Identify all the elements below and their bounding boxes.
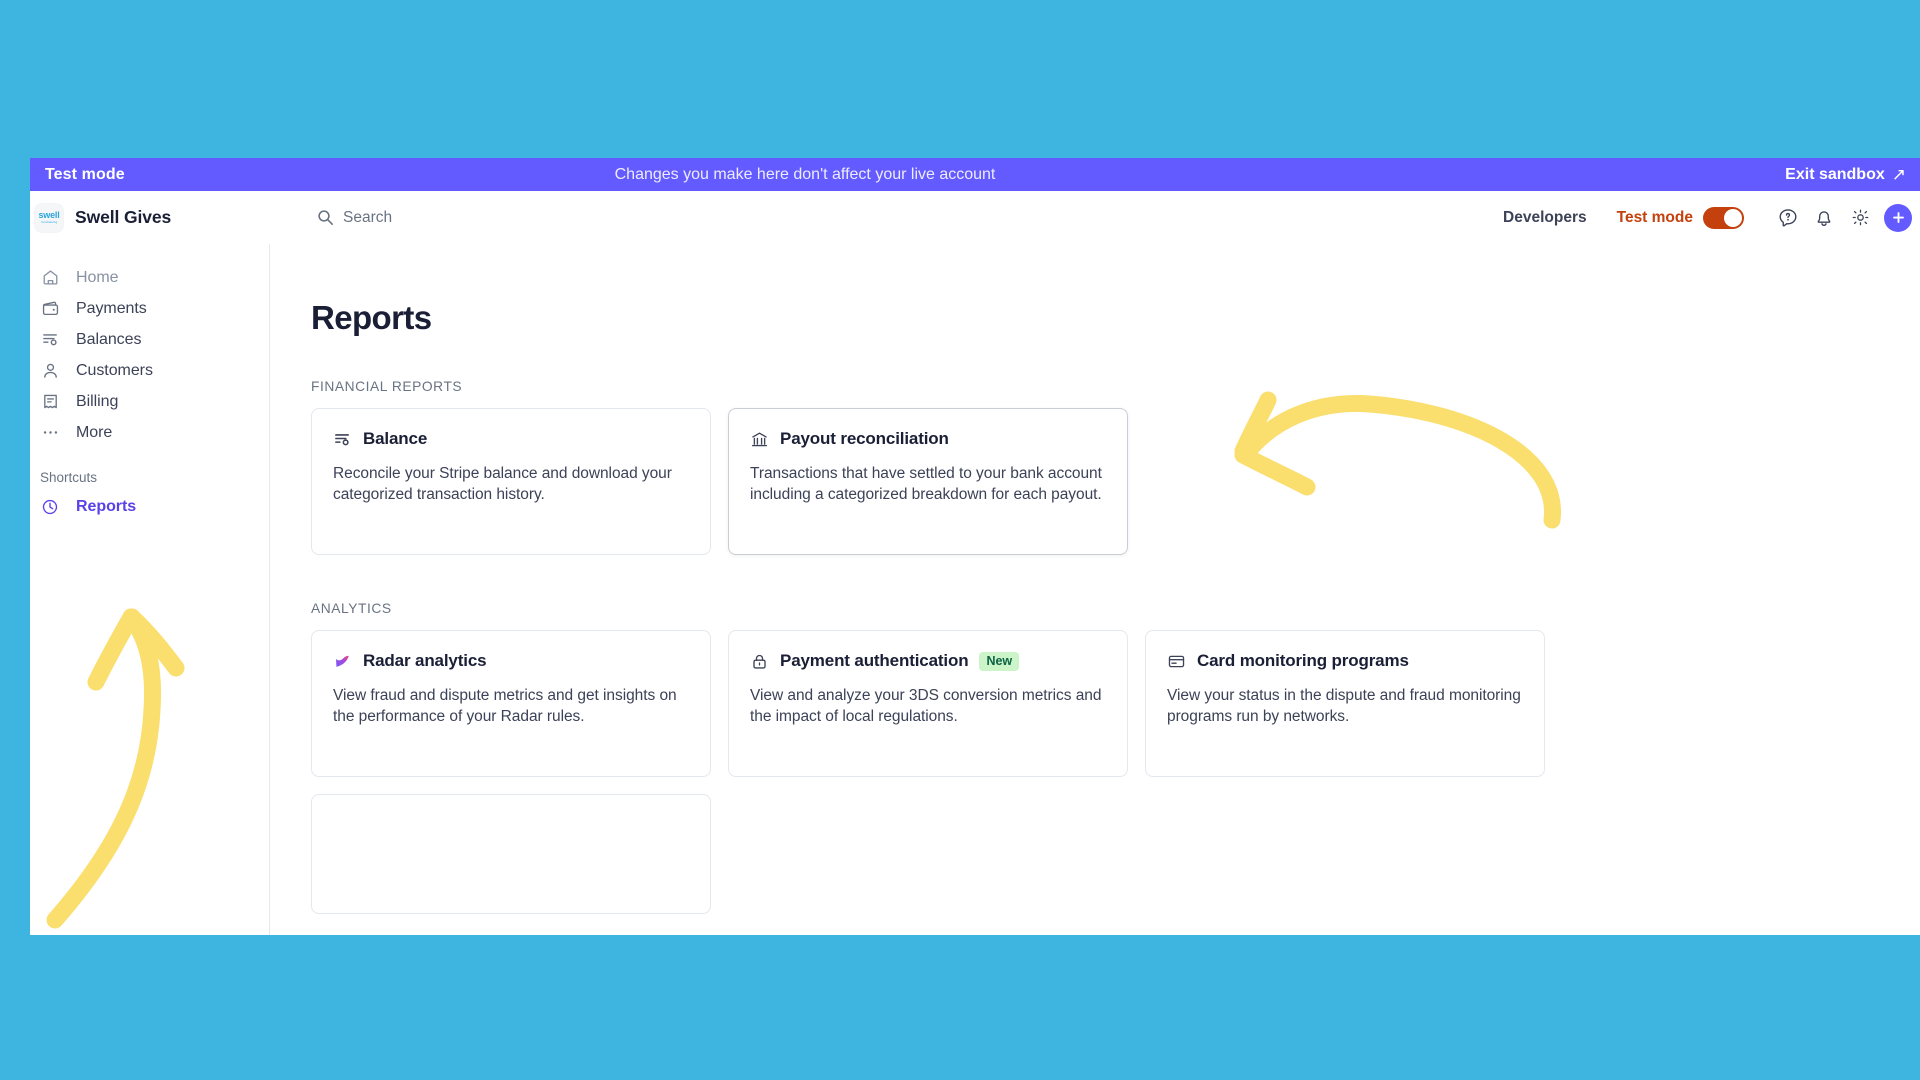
help-icon[interactable] [1770, 200, 1806, 236]
sidebar-item-balances[interactable]: Balances [30, 324, 269, 355]
section-label-financial-reports: FINANCIAL REPORTS [311, 379, 463, 394]
card-title: Payment authentication [780, 651, 969, 670]
card-description: View your status in the dispute and frau… [1167, 687, 1521, 725]
ellipsis-icon [40, 423, 60, 443]
report-card-payment-authentication[interactable]: Payment authentication New View and anal… [728, 630, 1128, 777]
radar-icon [333, 652, 352, 671]
card-title: Radar analytics [363, 651, 487, 670]
stripe-dashboard-window: Test mode Changes you make here don't af… [30, 158, 1920, 935]
card-header: Radar analytics [333, 651, 689, 671]
wallet-icon [40, 299, 60, 319]
card-icon [1167, 652, 1186, 671]
search-input[interactable]: Search [317, 209, 392, 227]
clock-icon [40, 498, 60, 516]
exit-sandbox-link[interactable]: Exit sandbox ↗ [1785, 166, 1906, 184]
report-card-balance[interactable]: Balance Reconcile your Stripe balance an… [311, 408, 711, 555]
card-description: Transactions that have settled to your b… [750, 465, 1102, 503]
card-title: Payout reconciliation [780, 429, 949, 448]
card-header: Payout reconciliation [750, 429, 1106, 449]
search-placeholder: Search [343, 208, 393, 226]
sidebar-item-home[interactable]: Home [30, 262, 269, 293]
sidebar-item-customers[interactable]: Customers [30, 355, 269, 386]
sidebar-item-label: More [76, 423, 113, 441]
report-card-card-monitoring-programs[interactable]: Card monitoring programs View your statu… [1145, 630, 1545, 777]
card-description: View fraud and dispute metrics and get i… [333, 687, 677, 725]
swell-logo-icon: swell fundraising [35, 203, 63, 232]
logo-wordmark: swell [38, 209, 60, 220]
logo-subtext: fundraising [41, 219, 57, 224]
settings-icon[interactable] [1842, 200, 1878, 236]
page-title: Reports [311, 299, 432, 336]
report-card-payout-reconciliation[interactable]: Payout reconciliation Transactions that … [728, 408, 1128, 555]
balances-icon [333, 430, 352, 449]
card-description: Reconcile your Stripe balance and downlo… [333, 465, 672, 503]
sidebar-shortcut-label: Reports [76, 498, 137, 515]
invoice-icon [40, 392, 60, 412]
lock-icon [750, 652, 769, 671]
report-card-radar-analytics[interactable]: Radar analytics View fraud and dispute m… [311, 630, 711, 777]
sidebar-item-label: Customers [76, 361, 153, 379]
developers-link[interactable]: Developers [1503, 209, 1587, 227]
test-mode-banner-message: Changes you make here don't affect your … [614, 165, 996, 183]
dashboard-header: swell fundraising Swell Gives Search Dev… [30, 191, 1920, 244]
test-mode-banner: Test mode Changes you make here don't af… [30, 158, 1920, 191]
sidebar-item-label: Payments [76, 299, 147, 317]
home-icon [40, 268, 60, 288]
financial-reports-card-grid: Balance Reconcile your Stripe balance an… [311, 408, 1920, 555]
sidebar: Home Payments Balances Customers Billing… [30, 244, 270, 935]
status-badge-new: New [979, 651, 1020, 671]
card-description: View and analyze your 3DS conversion met… [750, 687, 1102, 725]
section-label-analytics: ANALYTICS [311, 601, 392, 616]
sidebar-item-label: Billing [76, 392, 119, 410]
sidebar-item-payments[interactable]: Payments [30, 293, 269, 324]
sidebar-item-label: Balances [76, 330, 142, 348]
person-icon [40, 361, 60, 381]
shortcuts-section-label: Shortcuts [40, 470, 98, 485]
report-card-partial[interactable] [311, 794, 711, 914]
balances-icon [40, 330, 60, 350]
card-title: Card monitoring programs [1197, 651, 1409, 670]
analytics-card-grid: Radar analytics View fraud and dispute m… [311, 630, 1920, 777]
account-name: Swell Gives [75, 207, 172, 227]
notifications-icon[interactable] [1806, 200, 1842, 236]
test-mode-switch[interactable] [1703, 206, 1744, 229]
sidebar-item-label: Home [76, 268, 119, 286]
bank-icon [750, 430, 769, 449]
sidebar-item-more[interactable]: More [30, 417, 269, 448]
dashboard-body: Home Payments Balances Customers Billing… [30, 244, 1920, 935]
test-mode-toggle-label: Test mode [1616, 208, 1693, 226]
card-title: Balance [363, 429, 428, 448]
search-icon [318, 210, 333, 225]
brand-logo-link[interactable]: swell fundraising Swell Gives [35, 203, 172, 232]
main-content: Reports FINANCIAL REPORTS Balance Reconc… [270, 244, 1920, 935]
exit-sandbox-label: Exit sandbox [1785, 165, 1885, 183]
create-icon[interactable] [1884, 203, 1912, 232]
sidebar-shortcut-reports[interactable]: Reports [30, 492, 269, 522]
card-header: Payment authentication New [750, 651, 1106, 671]
card-header: Card monitoring programs [1167, 651, 1523, 671]
external-link-icon: ↗ [1891, 165, 1906, 184]
header-actions: Developers Test mode [1503, 200, 1920, 236]
test-mode-toggle[interactable]: Test mode [1616, 206, 1744, 229]
sidebar-item-billing[interactable]: Billing [30, 386, 269, 417]
card-header: Balance [333, 429, 689, 449]
